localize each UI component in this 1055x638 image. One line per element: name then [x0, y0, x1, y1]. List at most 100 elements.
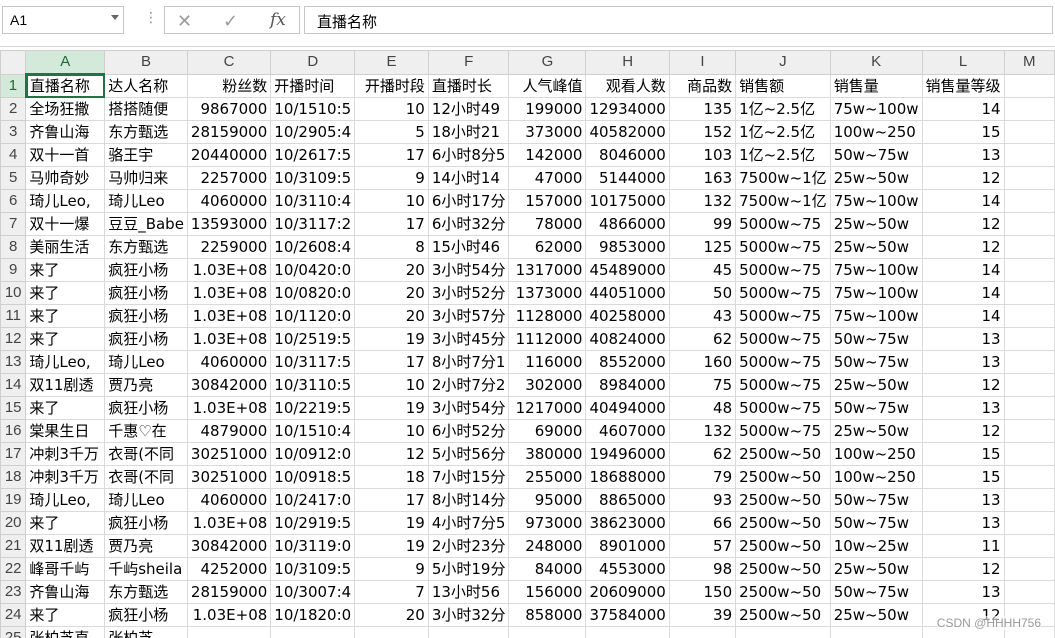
- cell-k14[interactable]: 25w~50w: [829, 373, 923, 397]
- row-header[interactable]: 21: [0, 534, 27, 558]
- cell-l15[interactable]: 13: [921, 396, 1005, 420]
- cell-l16[interactable]: 12: [921, 419, 1005, 443]
- cell-j9[interactable]: 5000w~75: [735, 258, 831, 282]
- cell-b1[interactable]: 达人名称: [104, 73, 188, 98]
- insert-function-icon[interactable]: fx: [270, 10, 286, 30]
- cell-c18[interactable]: 30251000: [186, 465, 272, 489]
- cell-h17[interactable]: 19496000: [585, 442, 670, 466]
- cell-k7[interactable]: 25w~50w: [829, 212, 923, 236]
- cell-f23[interactable]: 13小时56: [427, 580, 510, 604]
- cell-f18[interactable]: 7小时15分: [427, 465, 510, 489]
- cell-e21[interactable]: 19: [354, 534, 429, 558]
- cell-j7[interactable]: 5000w~75: [735, 212, 831, 236]
- column-header-m[interactable]: M: [1003, 50, 1055, 75]
- cell-a8[interactable]: 美丽生活: [25, 235, 106, 259]
- cell-l6[interactable]: 14: [921, 189, 1005, 213]
- cell-g14[interactable]: 302000: [508, 373, 587, 397]
- row-header[interactable]: 14: [0, 373, 27, 397]
- cell-m21[interactable]: [1003, 534, 1055, 558]
- cell-b18[interactable]: 衣哥(不同: [104, 465, 188, 489]
- cell-k21[interactable]: 10w~25w: [829, 534, 923, 558]
- cell-f10[interactable]: 3小时52分: [427, 281, 510, 305]
- row-header[interactable]: 4: [0, 143, 27, 167]
- cell-g1[interactable]: 人气峰值: [508, 73, 587, 98]
- cell-d9[interactable]: 10/0420:0: [270, 258, 356, 282]
- cell-m18[interactable]: [1003, 465, 1055, 489]
- column-header-f[interactable]: F: [427, 50, 510, 75]
- cell-k20[interactable]: 50w~75w: [829, 511, 923, 535]
- cell-g2[interactable]: 199000: [508, 97, 587, 121]
- cell-b19[interactable]: 琦儿Leo: [104, 488, 188, 512]
- cell-b25[interactable]: 张柏芝: [104, 626, 188, 638]
- cell-k12[interactable]: 50w~75w: [829, 327, 923, 351]
- row-header[interactable]: 24: [0, 603, 27, 627]
- cell-i14[interactable]: 75: [668, 373, 737, 397]
- cell-j14[interactable]: 5000w~75: [735, 373, 831, 397]
- cell-l13[interactable]: 13: [921, 350, 1005, 374]
- cell-k3[interactable]: 100w~250: [829, 120, 923, 144]
- cell-h19[interactable]: 8865000: [585, 488, 670, 512]
- cell-g3[interactable]: 373000: [508, 120, 587, 144]
- cell-f12[interactable]: 3小时45分: [427, 327, 510, 351]
- cell-e19[interactable]: 17: [354, 488, 429, 512]
- cell-i17[interactable]: 62: [668, 442, 737, 466]
- cell-e10[interactable]: 20: [354, 281, 429, 305]
- cell-a16[interactable]: 棠果生日: [25, 419, 106, 443]
- cell-c13[interactable]: 4060000: [186, 350, 272, 374]
- column-header-l[interactable]: L: [921, 50, 1005, 75]
- cell-k19[interactable]: 50w~75w: [829, 488, 923, 512]
- cell-d10[interactable]: 10/0820:0: [270, 281, 356, 305]
- cell-f15[interactable]: 3小时54分: [427, 396, 510, 420]
- cell-k15[interactable]: 50w~75w: [829, 396, 923, 420]
- cell-a21[interactable]: 双11剧透: [25, 534, 106, 558]
- cell-e15[interactable]: 19: [354, 396, 429, 420]
- cell-d5[interactable]: 10/3109:5: [270, 166, 356, 190]
- cell-g23[interactable]: 156000: [508, 580, 587, 604]
- cell-i3[interactable]: 152: [668, 120, 737, 144]
- more-options-icon[interactable]: ⋮: [144, 11, 158, 25]
- row-header[interactable]: 5: [0, 166, 27, 190]
- cell-e25[interactable]: [354, 626, 429, 638]
- cell-i22[interactable]: 98: [668, 557, 737, 581]
- cell-c11[interactable]: 1.03E+08: [186, 304, 272, 328]
- cell-i15[interactable]: 48: [668, 396, 737, 420]
- cell-b12[interactable]: 疯狂小杨: [104, 327, 188, 351]
- row-header[interactable]: 9: [0, 258, 27, 282]
- cell-m9[interactable]: [1003, 258, 1055, 282]
- cell-h24[interactable]: 37584000: [585, 603, 670, 627]
- cell-b24[interactable]: 疯狂小杨: [104, 603, 188, 627]
- cell-j5[interactable]: 7500w~1亿: [735, 166, 831, 190]
- cell-k22[interactable]: 25w~50w: [829, 557, 923, 581]
- cell-b5[interactable]: 马帅归来: [104, 166, 188, 190]
- cell-c10[interactable]: 1.03E+08: [186, 281, 272, 305]
- cell-c17[interactable]: 30251000: [186, 442, 272, 466]
- cell-a15[interactable]: 来了: [25, 396, 106, 420]
- cell-f5[interactable]: 14小时14: [427, 166, 510, 190]
- row-header[interactable]: 1: [0, 73, 27, 98]
- cell-m3[interactable]: [1003, 120, 1055, 144]
- cell-d23[interactable]: 10/3007:4: [270, 580, 356, 604]
- cell-m14[interactable]: [1003, 373, 1055, 397]
- row-header[interactable]: 15: [0, 396, 27, 420]
- cell-b7[interactable]: 豆豆_Babe: [104, 212, 188, 236]
- cell-l11[interactable]: 14: [921, 304, 1005, 328]
- formula-input[interactable]: 直播名称: [304, 6, 1053, 34]
- cell-b17[interactable]: 衣哥(不同: [104, 442, 188, 466]
- cell-e24[interactable]: 20: [354, 603, 429, 627]
- cell-f17[interactable]: 5小时56分: [427, 442, 510, 466]
- cell-b21[interactable]: 贾乃亮: [104, 534, 188, 558]
- column-header-b[interactable]: B: [104, 50, 188, 75]
- cell-i11[interactable]: 43: [668, 304, 737, 328]
- cell-f19[interactable]: 8小时14分: [427, 488, 510, 512]
- cell-c12[interactable]: 1.03E+08: [186, 327, 272, 351]
- cell-j25[interactable]: [735, 626, 831, 638]
- cell-d14[interactable]: 10/3110:5: [270, 373, 356, 397]
- cell-c1[interactable]: 粉丝数: [186, 73, 272, 98]
- cell-m2[interactable]: [1003, 97, 1055, 121]
- cell-m17[interactable]: [1003, 442, 1055, 466]
- cell-j16[interactable]: 5000w~75: [735, 419, 831, 443]
- cell-l1[interactable]: 销售量等级: [921, 73, 1005, 98]
- cell-h16[interactable]: 4607000: [585, 419, 670, 443]
- row-header[interactable]: 3: [0, 120, 27, 144]
- cell-c21[interactable]: 30842000: [186, 534, 272, 558]
